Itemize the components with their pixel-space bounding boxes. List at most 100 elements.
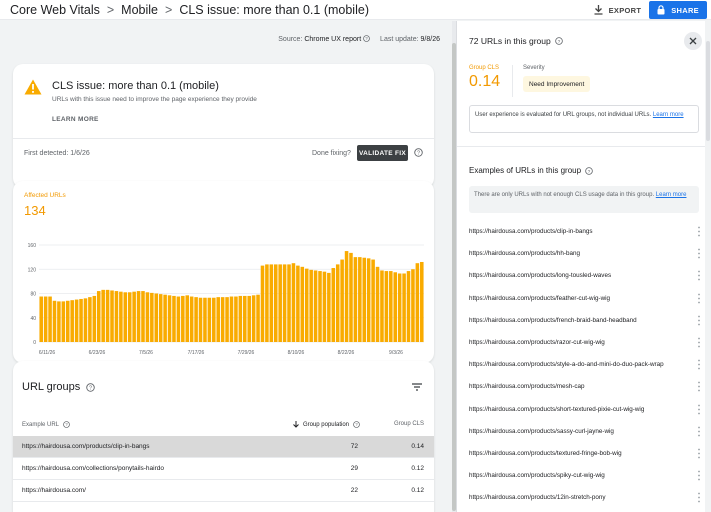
panel-scrollbar-thumb[interactable] — [706, 41, 710, 141]
chart-bar[interactable] — [296, 265, 300, 342]
chart-bar[interactable] — [101, 289, 105, 342]
validate-fix-button[interactable]: VALIDATE FIX — [357, 145, 408, 161]
chart-bar[interactable] — [251, 295, 256, 342]
more-options-icon[interactable] — [697, 270, 701, 281]
chart-bar[interactable] — [189, 296, 194, 342]
help-icon[interactable]: ? — [363, 35, 370, 42]
chart-bar[interactable] — [48, 296, 52, 342]
chart-bar[interactable] — [43, 296, 48, 342]
more-options-icon[interactable] — [697, 226, 701, 237]
chart-bar[interactable] — [420, 261, 424, 342]
chart-bar[interactable] — [269, 264, 274, 342]
chart-bar[interactable] — [247, 295, 251, 342]
chart-bar[interactable] — [313, 270, 318, 342]
breadcrumb-device[interactable]: Mobile — [121, 3, 158, 17]
chart-bar[interactable] — [92, 295, 97, 342]
chart-bar[interactable] — [353, 257, 358, 343]
chart-bar[interactable] — [335, 264, 340, 342]
chart-bar[interactable] — [415, 263, 420, 342]
chart-bar[interactable] — [349, 252, 353, 342]
chart-bar[interactable] — [229, 296, 234, 342]
chart-bar[interactable] — [185, 295, 190, 342]
learn-more-link[interactable]: Learn more — [653, 112, 684, 118]
example-url-item[interactable]: https://hairdousa.com/products/textured-… — [457, 443, 711, 465]
chart-bar[interactable] — [203, 297, 207, 342]
chart-bar[interactable] — [70, 300, 74, 342]
more-options-icon[interactable] — [697, 448, 701, 459]
chart-bar[interactable] — [291, 263, 296, 342]
more-options-icon[interactable] — [697, 404, 701, 415]
chart-bar[interactable] — [304, 268, 309, 342]
example-url-item[interactable]: https://hairdousa.com/products/hh-bang — [457, 243, 711, 265]
chart-bar[interactable] — [375, 266, 380, 342]
help-icon[interactable]: ? — [353, 421, 360, 428]
help-icon[interactable]: ? — [554, 37, 563, 45]
example-url-item[interactable]: https://hairdousa.com/products/spiky-cut… — [457, 465, 711, 487]
example-url-item[interactable]: https://hairdousa.com/products/french-br… — [457, 310, 711, 332]
chart-bar[interactable] — [389, 271, 393, 342]
export-button[interactable]: EXPORT — [594, 5, 642, 15]
example-url-item[interactable]: https://hairdousa.com/products/razor-cut… — [457, 332, 711, 354]
chart-bar[interactable] — [83, 298, 88, 342]
help-icon[interactable]: ? — [86, 382, 96, 392]
chart-bar[interactable] — [287, 264, 291, 342]
chart-bar[interactable] — [158, 294, 163, 342]
chart-bar[interactable] — [136, 291, 141, 342]
chart-bar[interactable] — [88, 297, 92, 342]
chart-bar[interactable] — [167, 295, 172, 342]
learn-more-link[interactable]: LEARN MORE — [52, 116, 99, 123]
learn-more-link[interactable]: Learn more — [656, 192, 687, 198]
more-options-icon[interactable] — [697, 315, 701, 326]
example-url-item[interactable]: https://hairdousa.com/products/sassy-cur… — [457, 421, 711, 443]
table-row[interactable]: https://hairdousa.com/products/clip-in-b… — [13, 436, 434, 458]
chart-bar[interactable] — [366, 258, 371, 342]
chart-bar[interactable] — [406, 271, 411, 342]
chart-bar[interactable] — [331, 268, 336, 342]
affected-urls-chart[interactable]: 0 40 80 120 160 6/11/26 6/23/26 7/5/26 7/17/26 7/… — [13, 181, 434, 363]
chart-bar[interactable] — [393, 272, 398, 342]
chart-bar[interactable] — [238, 295, 243, 342]
chart-bar[interactable] — [127, 292, 132, 342]
col-group-cls[interactable]: Group CLS — [394, 421, 424, 427]
chart-bar[interactable] — [265, 264, 269, 342]
chart-bar[interactable] — [225, 297, 229, 342]
chart-bar[interactable] — [154, 293, 159, 343]
chart-bar[interactable] — [234, 296, 238, 342]
help-icon[interactable]: ? — [585, 166, 593, 175]
chart-bar[interactable] — [150, 292, 154, 342]
chart-bar[interactable] — [198, 297, 203, 342]
chart-bar[interactable] — [114, 291, 119, 342]
panel-scrollbar[interactable] — [705, 21, 711, 512]
chart-bar[interactable] — [380, 270, 384, 342]
breadcrumb-root[interactable]: Core Web Vitals — [10, 3, 100, 17]
example-url-item[interactable]: https://hairdousa.com/products/clip-in-b… — [457, 221, 711, 243]
chart-bar[interactable] — [141, 291, 145, 342]
chart-bar[interactable] — [132, 291, 136, 342]
chart-bar[interactable] — [371, 259, 375, 342]
chart-bar[interactable] — [322, 271, 327, 342]
chart-bar[interactable] — [123, 292, 128, 342]
more-options-icon[interactable] — [697, 492, 701, 503]
chart-bar[interactable] — [256, 294, 260, 342]
chart-bar[interactable] — [340, 259, 344, 342]
chart-bar[interactable] — [318, 271, 322, 342]
example-url-item[interactable]: https://hairdousa.com/products/feather-c… — [457, 288, 711, 310]
example-url-item[interactable]: https://hairdousa.com/products/style-a-d… — [457, 354, 711, 376]
chart-bar[interactable] — [220, 297, 225, 342]
chart-bar[interactable] — [39, 296, 43, 342]
more-options-icon[interactable] — [697, 248, 701, 259]
chart-bar[interactable] — [397, 273, 402, 342]
chart-bar[interactable] — [300, 266, 305, 342]
chart-bar[interactable] — [79, 298, 83, 342]
chart-bar[interactable] — [243, 295, 247, 342]
chart-bar[interactable] — [207, 297, 212, 342]
example-url-item[interactable]: https://hairdousa.com/products/mesh-cap — [457, 376, 711, 398]
chart-bar[interactable] — [96, 291, 101, 342]
help-icon[interactable]: ? — [63, 421, 70, 428]
more-options-icon[interactable] — [697, 381, 701, 392]
chart-bar[interactable] — [309, 269, 313, 342]
col-group-population[interactable]: Group population ? — [293, 421, 360, 428]
example-url-item[interactable]: https://hairdousa.com/products/long-tous… — [457, 265, 711, 287]
more-options-icon[interactable] — [697, 293, 701, 304]
chart-bar[interactable] — [212, 297, 216, 342]
